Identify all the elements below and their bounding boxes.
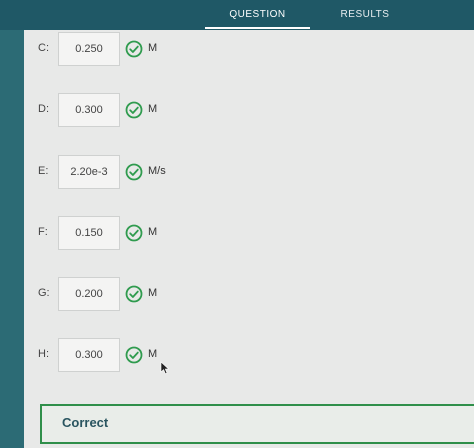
answer-input[interactable]: 2.20e-3 — [58, 155, 120, 189]
answer-unit: M — [148, 226, 158, 238]
tab-question[interactable]: QUESTION — [205, 0, 310, 30]
answer-label: E: — [38, 165, 49, 177]
check-circle-icon — [125, 285, 143, 303]
answer-unit: M — [148, 42, 158, 54]
answer-label: F: — [38, 226, 48, 238]
answer-unit: M — [148, 348, 158, 360]
answer-unit: M — [148, 103, 158, 115]
answer-label: C: — [38, 42, 49, 54]
answer-label: D: — [38, 103, 49, 115]
active-tab-indicator — [205, 27, 310, 29]
check-circle-icon — [125, 346, 143, 364]
check-circle-icon — [125, 101, 143, 119]
check-circle-icon — [125, 163, 143, 181]
check-circle-icon — [125, 40, 143, 58]
mouse-pointer-icon — [160, 361, 170, 375]
feedback-text: Correct — [62, 415, 109, 430]
feedback-banner: Correct — [40, 404, 474, 444]
tab-results[interactable]: RESULTS — [320, 0, 410, 30]
answer-input[interactable]: 0.150 — [58, 216, 120, 250]
answer-label: G: — [38, 287, 50, 299]
left-sidebar — [0, 30, 24, 448]
answer-input[interactable]: 0.250 — [58, 32, 120, 66]
answer-input[interactable]: 0.300 — [58, 338, 120, 372]
answer-label: H: — [38, 348, 49, 360]
answer-unit: M — [148, 287, 158, 299]
answer-input[interactable]: 0.300 — [58, 93, 120, 127]
top-tab-bar: QUESTION RESULTS — [0, 0, 474, 30]
answer-unit: M/s — [148, 165, 166, 177]
answer-input[interactable]: 0.200 — [58, 277, 120, 311]
check-circle-icon — [125, 224, 143, 242]
